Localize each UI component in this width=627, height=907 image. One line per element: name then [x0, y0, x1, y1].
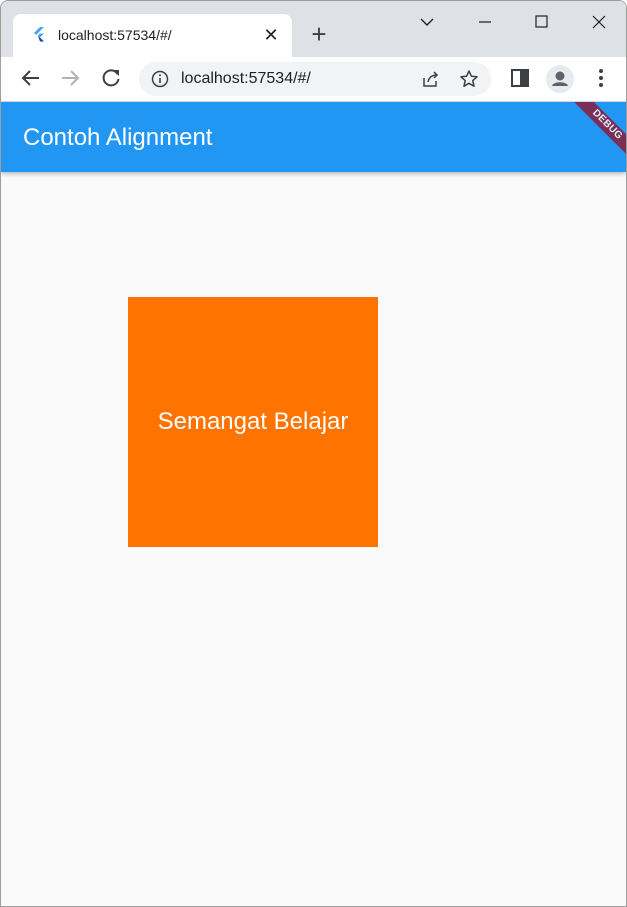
browser-window: localhost:57534/#/ ✕ + localhost:57534/#…: [0, 0, 627, 907]
url-text[interactable]: localhost:57534/#/: [181, 70, 311, 88]
back-arrow-icon[interactable]: [19, 66, 43, 90]
close-icon[interactable]: [585, 9, 613, 35]
page-title: Contoh Alignment: [23, 124, 213, 151]
reload-icon[interactable]: [99, 66, 123, 90]
forward-arrow-icon[interactable]: [58, 66, 82, 90]
close-icon[interactable]: ✕: [262, 26, 280, 44]
kebab-menu-icon[interactable]: [589, 66, 613, 90]
address-bar[interactable]: localhost:57534/#/: [139, 62, 491, 96]
info-icon[interactable]: [151, 70, 169, 88]
tab-title: localhost:57534/#/: [58, 27, 172, 43]
browser-tab[interactable]: localhost:57534/#/ ✕: [13, 14, 292, 57]
avatar-icon[interactable]: [546, 65, 574, 93]
chevron-down-icon[interactable]: [413, 9, 441, 35]
app-bar: Contoh Alignment: [1, 102, 626, 172]
side-panel-icon[interactable]: [508, 66, 532, 90]
tab-strip: localhost:57534/#/ ✕ +: [1, 1, 626, 57]
minimize-icon[interactable]: [471, 9, 499, 35]
share-icon[interactable]: [421, 69, 441, 89]
new-tab-button[interactable]: +: [306, 21, 332, 48]
orange-box: Semangat Belajar: [128, 297, 378, 547]
browser-toolbar: localhost:57534/#/: [1, 57, 626, 102]
debug-banner-label: DEBUG: [563, 102, 626, 169]
debug-banner: DEBUG: [554, 102, 626, 174]
star-icon[interactable]: [459, 69, 479, 89]
maximize-icon[interactable]: [527, 9, 555, 35]
box-text: Semangat Belajar: [157, 408, 349, 435]
flutter-icon: [31, 26, 47, 42]
